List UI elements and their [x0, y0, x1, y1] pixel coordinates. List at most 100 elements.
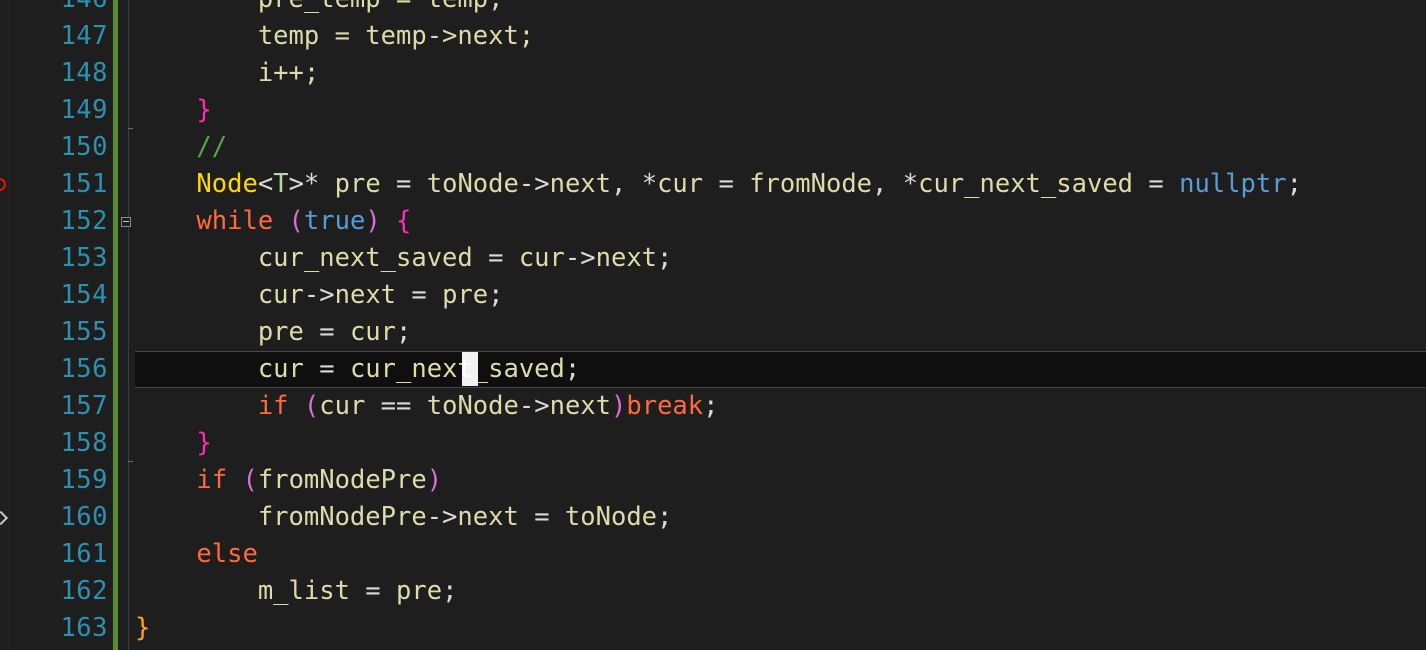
code-token: toNode	[564, 502, 658, 532]
line-number: 150	[60, 132, 108, 162]
code-token: ->	[303, 280, 335, 310]
code-token: true	[303, 206, 366, 236]
code-token: cur_next_saved	[349, 354, 565, 384]
line-number: 154	[60, 280, 108, 310]
code-token: ->	[518, 391, 550, 421]
code-line[interactable]: }	[135, 425, 1426, 462]
change-tracking-bar	[113, 0, 118, 650]
code-token: cur	[657, 169, 704, 199]
code-token: next	[549, 391, 612, 421]
code-line[interactable]: if (fromNodePre)	[135, 462, 1426, 499]
code-token: ->	[518, 169, 550, 199]
code-token: (	[242, 465, 258, 495]
line-number: 149	[60, 95, 108, 125]
line-number: 153	[60, 243, 108, 273]
code-token: fromNode	[749, 169, 873, 199]
code-token: }	[135, 613, 151, 643]
code-token: T	[273, 169, 289, 199]
fold-end-marker	[128, 128, 133, 129]
code-token: =	[518, 502, 565, 532]
code-line[interactable]: i++;	[135, 55, 1426, 92]
code-line[interactable]: if (cur == toNode->next)break;	[135, 388, 1426, 425]
code-token: =	[1133, 169, 1180, 199]
line-number: 155	[60, 317, 108, 347]
code-token: //	[196, 132, 228, 162]
code-token: break	[626, 391, 704, 421]
code-token: if	[257, 391, 289, 421]
outlining-margin[interactable]	[128, 0, 129, 650]
glyph-margin[interactable]	[0, 0, 10, 650]
code-token: if	[196, 465, 228, 495]
code-token: while	[196, 206, 274, 236]
code-token: )	[426, 465, 443, 495]
code-token: next	[334, 280, 397, 310]
line-number: 151	[60, 169, 108, 199]
code-line[interactable]: else	[135, 536, 1426, 573]
code-token: cur	[135, 354, 304, 384]
line-number: 147	[60, 21, 108, 51]
code-line[interactable]: cur->next = pre;	[135, 277, 1426, 314]
code-token: m_list	[135, 576, 350, 606]
code-token: else	[196, 539, 258, 569]
code-token: i++;	[135, 58, 320, 88]
code-editor[interactable]: 146 147 148 149 150 151 152 153 154 155 156 157 158 1…	[0, 0, 1426, 650]
code-token: ;	[396, 317, 412, 347]
code-token: )	[365, 206, 381, 236]
code-token: ->	[564, 243, 596, 273]
code-line[interactable]: m_list = pre;	[135, 573, 1426, 610]
code-token: }	[196, 428, 212, 458]
code-token: pre	[442, 280, 489, 310]
code-token: ;	[657, 243, 673, 273]
code-token: =	[303, 354, 350, 384]
code-token: cur_next_saved	[135, 243, 473, 273]
line-number: 148	[60, 58, 108, 88]
code-token: cur	[349, 317, 397, 347]
code-token: ;	[1286, 169, 1302, 199]
collapse-block-icon[interactable]	[121, 217, 131, 227]
line-number: 162	[60, 576, 108, 606]
line-number: 160	[60, 502, 108, 532]
code-line[interactable]: }	[135, 92, 1426, 129]
code-line[interactable]: while (true) {	[135, 203, 1426, 240]
code-line[interactable]: pre_temp = temp;	[135, 0, 1426, 18]
code-line[interactable]: //	[135, 129, 1426, 166]
code-line[interactable]: pre = cur;	[135, 314, 1426, 351]
code-token: ;	[442, 576, 458, 606]
code-token: toNode	[426, 169, 519, 199]
line-number-gutter: 146 147 148 149 150 151 152 153 154 155 156 157 158 1…	[10, 0, 110, 650]
code-token: }	[196, 95, 212, 125]
current-code-line[interactable]: cur = cur_next_saved;	[135, 351, 1426, 388]
code-token: cur	[518, 243, 565, 273]
code-token: )	[611, 391, 627, 421]
code-token: pre	[396, 576, 443, 606]
code-line[interactable]: Node<T>* pre = toNode->next, *cur = from…	[135, 166, 1426, 203]
code-line[interactable]: fromNodePre->next = toNode;	[135, 499, 1426, 536]
code-token: <	[257, 169, 274, 199]
code-line[interactable]: }	[135, 610, 1426, 647]
code-token: ;	[657, 502, 673, 532]
code-line[interactable]: temp = temp->next;	[135, 18, 1426, 55]
code-token: ;	[488, 280, 504, 310]
code-token: Node	[196, 169, 258, 199]
code-token: ==	[365, 391, 427, 421]
code-token: pre	[334, 169, 381, 199]
code-token: pre_temp = temp;	[135, 0, 504, 14]
line-number: 157	[60, 391, 108, 421]
code-token: cur_next_saved	[918, 169, 1134, 199]
line-number: 163	[60, 613, 108, 643]
code-line[interactable]: cur_next_saved = cur->next;	[135, 240, 1426, 277]
code-token: {	[396, 206, 412, 236]
line-number: 159	[60, 465, 108, 495]
code-token: =	[472, 243, 519, 273]
code-token: (	[288, 206, 304, 236]
